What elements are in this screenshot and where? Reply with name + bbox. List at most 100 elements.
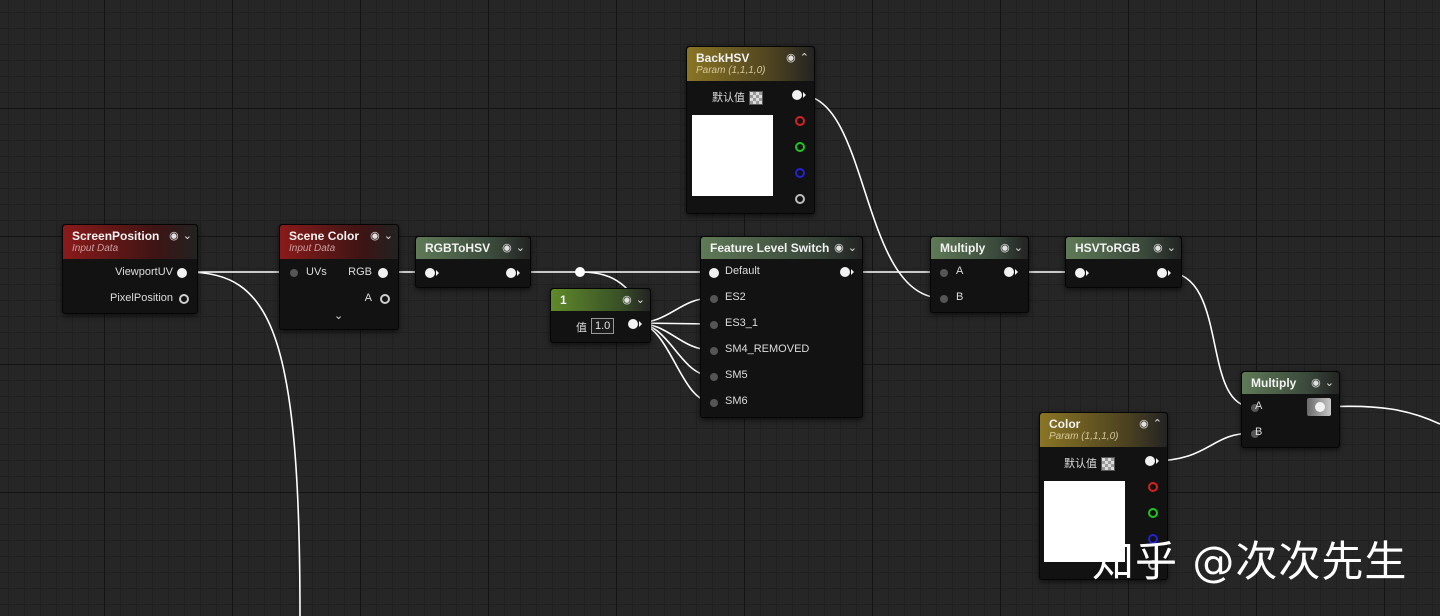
preview-icon[interactable]: ◉ [1139, 417, 1149, 430]
preview-icon[interactable]: ◉ [786, 51, 796, 64]
value-field[interactable]: 1.0 [591, 318, 615, 334]
preview-icon[interactable]: ◉ [502, 241, 512, 254]
pin-label-a: A [1255, 400, 1263, 412]
chevron-down-icon[interactable]: ⌄ [1167, 241, 1176, 254]
pin-label-viewportuv: ViewportUV [115, 266, 173, 278]
pin-arrow-icon [1156, 458, 1159, 464]
output-pin-a[interactable] [380, 294, 390, 304]
input-pin-es3-1[interactable] [710, 321, 718, 329]
output-pin-b[interactable] [795, 168, 805, 178]
chevron-down-icon[interactable]: ⌄ [384, 229, 393, 242]
output-pin-r[interactable] [1148, 482, 1158, 492]
output-pin[interactable] [1157, 268, 1167, 278]
output-pin-r[interactable] [795, 116, 805, 126]
node-title: Color [1049, 417, 1081, 431]
output-pin-rgba[interactable] [792, 90, 802, 100]
input-pin-b[interactable] [940, 295, 948, 303]
input-pin-default[interactable] [709, 268, 719, 278]
checker-swatch-icon[interactable] [749, 91, 763, 106]
node-scene-color[interactable]: Scene Color Input Data ◉ ⌄ UVs RGB A ⌄ [279, 224, 399, 330]
default-value-label: 默认值 [712, 89, 763, 106]
output-pin-g[interactable] [795, 142, 805, 152]
pin-arrow-icon [639, 321, 642, 327]
pin-label-b: B [956, 291, 964, 303]
output-pin-a[interactable] [795, 194, 805, 204]
chevron-down-icon[interactable]: ⌄ [636, 293, 645, 306]
input-pin-es2[interactable] [710, 295, 718, 303]
node-header: Multiply ◉ ⌄ [1242, 372, 1339, 394]
node-subtitle: Input Data [289, 243, 336, 254]
input-pin-sm6[interactable] [710, 399, 718, 407]
checker-swatch-icon[interactable] [1101, 457, 1115, 472]
node-rgb-to-hsv[interactable]: RGBToHSV ◉ ⌄ [415, 236, 531, 288]
wire-multiply2-out [1323, 405, 1440, 425]
node-multiply-1[interactable]: Multiply ◉ ⌄ A B [930, 236, 1029, 313]
output-pin-rgba[interactable] [1145, 456, 1155, 466]
pin-arrow-icon [517, 270, 520, 276]
node-subtitle: Input Data [72, 243, 119, 254]
default-value-label: 默认值 [1064, 455, 1115, 472]
chevron-up-icon[interactable]: ⌃ [1153, 417, 1162, 430]
preview-icon[interactable]: ◉ [370, 229, 380, 242]
expand-chevron-icon[interactable]: ⌄ [334, 309, 343, 322]
preview-icon[interactable]: ◉ [1000, 241, 1010, 254]
node-header: 1 ◉ ⌄ [551, 289, 650, 311]
node-backhsv[interactable]: BackHSV Param (1,1,1,0) ◉ ⌃ 默认值 [686, 46, 815, 214]
output-pin-viewportuv[interactable] [177, 268, 187, 278]
preview-icon[interactable]: ◉ [1153, 241, 1163, 254]
node-constant[interactable]: 1 ◉ ⌄ 值 1.0 [550, 288, 651, 343]
node-title: RGBToHSV [425, 241, 491, 255]
node-feature-level-switch[interactable]: Feature Level Switch ◉ ⌄ Default ES2 ES3_… [700, 236, 863, 418]
chevron-up-icon[interactable]: ⌃ [800, 51, 809, 64]
pin-arrow-icon [1168, 270, 1171, 276]
input-pin-sm5[interactable] [710, 373, 718, 381]
pin-label-rgb: RGB [348, 266, 372, 278]
node-header: HSVToRGB ◉ ⌄ [1066, 237, 1181, 259]
value-label: 值 [576, 322, 587, 334]
reroute-knot [575, 267, 585, 277]
preview-icon[interactable]: ◉ [169, 229, 179, 242]
output-pin-rgb[interactable] [378, 268, 388, 278]
chevron-down-icon[interactable]: ⌄ [848, 241, 857, 254]
node-screen-position[interactable]: ScreenPosition Input Data ◉ ⌄ ViewportUV … [62, 224, 198, 314]
pin-label-sm5: SM5 [725, 369, 748, 381]
chevron-down-icon[interactable]: ⌄ [1325, 376, 1334, 389]
default-value-text: 默认值 [712, 92, 745, 104]
node-header: Scene Color Input Data ◉ ⌄ [280, 225, 398, 259]
node-title: ScreenPosition [72, 229, 160, 243]
chevron-down-icon[interactable]: ⌄ [183, 229, 192, 242]
preview-icon[interactable]: ◉ [622, 293, 632, 306]
pin-label-es2: ES2 [725, 291, 746, 303]
node-header: Multiply ◉ ⌄ [931, 237, 1028, 259]
output-pin[interactable] [506, 268, 516, 278]
pin-label-default: Default [725, 265, 760, 277]
node-subtitle: Param (1,1,1,0) [696, 65, 766, 76]
node-header: RGBToHSV ◉ ⌄ [416, 237, 530, 259]
output-pin-pixelposition[interactable] [179, 294, 189, 304]
node-header: BackHSV Param (1,1,1,0) ◉ ⌃ [687, 47, 814, 81]
color-preview [692, 115, 773, 196]
pin-arrow-icon [803, 92, 806, 98]
preview-icon[interactable]: ◉ [834, 241, 844, 254]
pin-arrow-icon [851, 269, 854, 275]
input-pin-a[interactable] [940, 269, 948, 277]
node-title: Feature Level Switch [710, 241, 830, 255]
input-pin[interactable] [1075, 268, 1085, 278]
pin-label-sm4-removed: SM4_REMOVED [725, 343, 810, 355]
pin-label-sm6: SM6 [725, 395, 748, 407]
pin-label-b: B [1255, 426, 1263, 438]
output-pin-g[interactable] [1148, 508, 1158, 518]
input-pin-uvs[interactable] [290, 269, 298, 277]
output-pin[interactable] [1315, 402, 1325, 412]
output-pin[interactable] [840, 267, 850, 277]
output-pin[interactable] [628, 319, 638, 329]
node-hsv-to-rgb[interactable]: HSVToRGB ◉ ⌄ [1065, 236, 1182, 288]
chevron-down-icon[interactable]: ⌄ [516, 241, 525, 254]
input-pin-sm4-removed[interactable] [710, 347, 718, 355]
output-pin[interactable] [1004, 267, 1014, 277]
preview-icon[interactable]: ◉ [1311, 376, 1321, 389]
input-pin[interactable] [425, 268, 435, 278]
chevron-down-icon[interactable]: ⌄ [1014, 241, 1023, 254]
node-multiply-2[interactable]: Multiply ◉ ⌄ A B [1241, 371, 1340, 448]
pin-label-uvs: UVs [306, 266, 327, 278]
